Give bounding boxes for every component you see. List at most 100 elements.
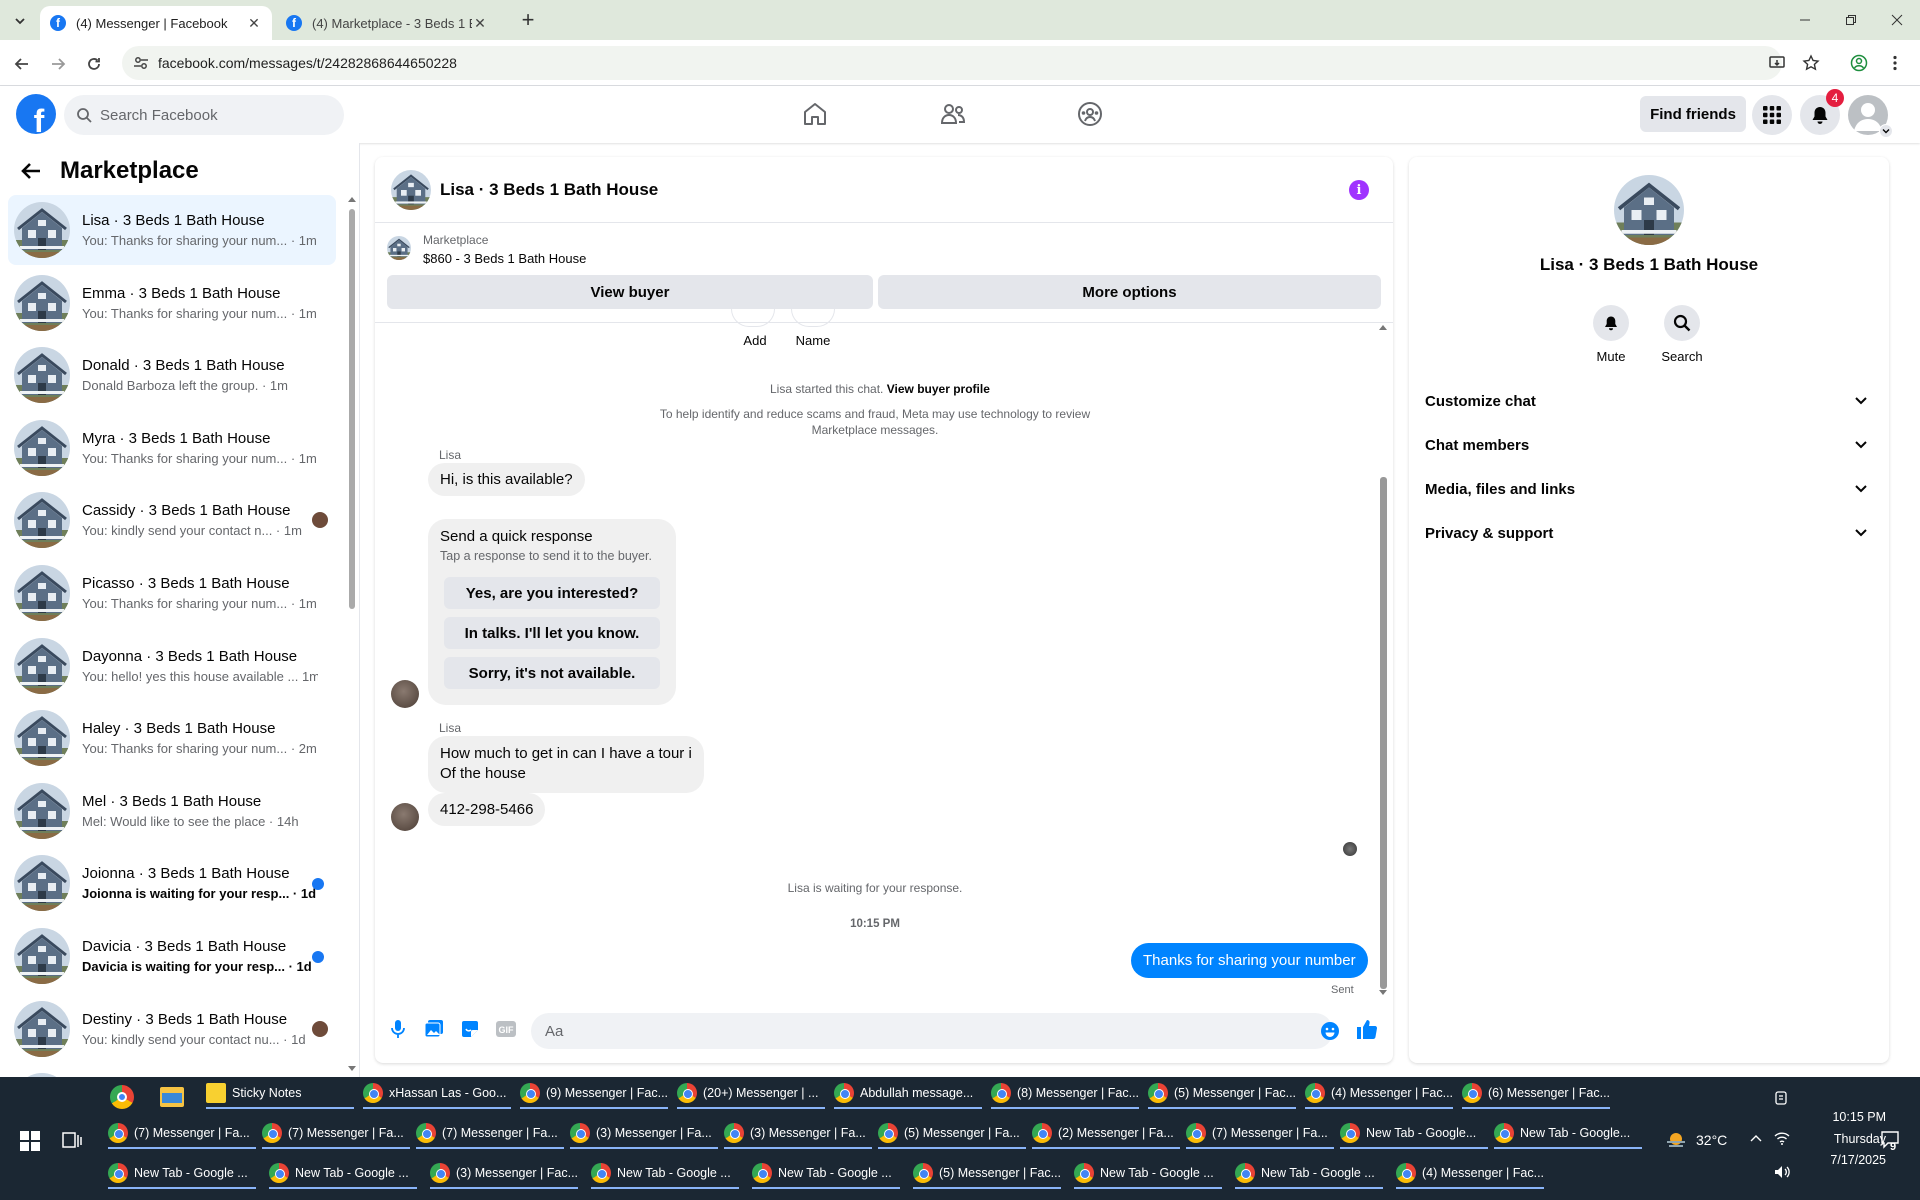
clock-time[interactable]: 10:15 PM <box>1800 1110 1886 1124</box>
message-input-field[interactable] <box>531 1013 1333 1049</box>
taskbar-window[interactable]: New Tab - Google... <box>1494 1119 1642 1149</box>
taskbar-window[interactable]: xHassan Las - Goo... <box>363 1079 511 1109</box>
back-arrow-icon[interactable] <box>20 161 42 181</box>
info-section-customize-chat[interactable]: Customize chat <box>1425 383 1873 419</box>
info-section-privacy-support[interactable]: Privacy & support <box>1425 515 1873 551</box>
conversation-item[interactable]: Davicia · 3 Beds 1 Bath House Davicia is … <box>8 921 336 991</box>
scroll-up-icon[interactable] <box>1378 323 1388 331</box>
chrome-menu-icon[interactable] <box>1884 52 1906 74</box>
conversation-item[interactable]: Cassidy · 3 Beds 1 Bath House You: kindly… <box>8 485 336 555</box>
taskbar-window[interactable]: (2) Messenger | Fa... <box>1032 1119 1180 1149</box>
taskbar-window[interactable]: New Tab - Google ... <box>752 1159 900 1189</box>
conversation-item[interactable]: Dayonna · 3 Beds 1 Bath House You: hello!… <box>8 631 336 701</box>
temperature[interactable]: 32°C <box>1696 1132 1727 1148</box>
mute-button[interactable]: Mute <box>1581 305 1641 364</box>
taskbar-window[interactable]: New Tab - Google ... <box>108 1159 256 1189</box>
profile-icon[interactable] <box>1848 52 1870 74</box>
task-view-icon[interactable] <box>62 1132 82 1150</box>
info-section-media-files-and-links[interactable]: Media, files and links <box>1425 471 1873 507</box>
add-action-icon[interactable] <box>731 309 775 327</box>
widgets-icon[interactable] <box>1774 1091 1788 1105</box>
taskbar-window[interactable]: New Tab - Google ... <box>591 1159 739 1189</box>
close-window-button[interactable] <box>1874 6 1920 34</box>
tab-marketplace[interactable]: f (4) Marketplace - 3 Beds 1 Bath ✕ <box>276 6 498 40</box>
sender-avatar[interactable] <box>391 680 419 708</box>
message-bubble[interactable]: Hi, is this available? <box>428 463 585 496</box>
find-friends-button[interactable]: Find friends <box>1640 96 1746 132</box>
back-icon[interactable] <box>10 52 34 76</box>
friends-icon[interactable] <box>933 96 973 132</box>
info-avatar[interactable] <box>1614 175 1684 245</box>
conversation-item[interactable]: Myra · 3 Beds 1 Bath House You: Thanks fo… <box>8 413 336 483</box>
taskbar-window[interactable]: New Tab - Google ... <box>269 1159 417 1189</box>
taskbar-window[interactable]: (7) Messenger | Fa... <box>108 1119 256 1149</box>
microphone-icon[interactable] <box>387 1018 409 1040</box>
sticker-icon[interactable] <box>459 1018 481 1040</box>
taskbar-window[interactable]: New Tab - Google ... <box>1074 1159 1222 1189</box>
taskbar-window[interactable]: (7) Messenger | Fa... <box>262 1119 410 1149</box>
message-bubble[interactable]: How much to get in can I have a tour i O… <box>428 736 704 793</box>
tab-search-dropdown-icon[interactable] <box>8 10 32 32</box>
conversation-item[interactable]: Emma · 3 Beds 1 Bath House You: Thanks fo… <box>8 268 336 338</box>
show-hidden-icons[interactable] <box>1750 1133 1762 1143</box>
sent-message-bubble[interactable]: Thanks for sharing your number <box>1131 943 1368 978</box>
taskbar-window[interactable]: (3) Messenger | Fa... <box>724 1119 872 1149</box>
scroll-down-icon[interactable] <box>347 1065 357 1073</box>
search-input[interactable] <box>100 106 320 124</box>
listing-title[interactable]: $860 - 3 Beds 1 Bath House <box>423 251 586 266</box>
url-field[interactable]: facebook.com/messages/t/2428286864465022… <box>122 46 1782 80</box>
taskbar-window[interactable]: (3) Messenger | Fa... <box>570 1119 718 1149</box>
view-buyer-button[interactable]: View buyer <box>387 275 873 309</box>
groups-icon[interactable] <box>1070 96 1110 132</box>
taskbar-window[interactable]: (4) Messenger | Fac... <box>1396 1159 1544 1189</box>
taskbar-window[interactable]: (6) Messenger | Fac... <box>1462 1079 1610 1109</box>
conversation-item[interactable]: Picasso · 3 Beds 1 Bath House You: Thanks… <box>8 558 336 628</box>
more-options-button[interactable]: More options <box>878 275 1381 309</box>
conversation-item[interactable]: Lisa · 3 Beds 1 Bath House You: Thanks fo… <box>8 195 336 265</box>
taskbar-window[interactable]: (5) Messenger | Fac... <box>913 1159 1061 1189</box>
photo-attach-icon[interactable] <box>423 1018 445 1040</box>
taskbar-window[interactable]: New Tab - Google... <box>1340 1119 1488 1149</box>
conversation-item[interactable]: Haley · 3 Beds 1 Bath House You: Thanks f… <box>8 703 336 773</box>
taskbar-window[interactable]: (4) Messenger | Fac... <box>1305 1079 1453 1109</box>
message-input[interactable] <box>545 1022 1285 1040</box>
facebook-logo-icon[interactable]: f <box>16 94 56 134</box>
search-icon[interactable] <box>1664 305 1700 341</box>
bookmark-star-icon[interactable] <box>1800 52 1822 74</box>
tab-messenger[interactable]: f (4) Messenger | Facebook ✕ <box>40 6 272 40</box>
info-section-chat-members[interactable]: Chat members <box>1425 427 1873 463</box>
scroll-up-icon[interactable] <box>347 195 357 203</box>
taskbar-window[interactable]: Sticky Notes <box>206 1079 354 1109</box>
taskbar-window[interactable]: (20+) Messenger | ... <box>677 1079 825 1109</box>
name-action-icon[interactable] <box>791 309 835 327</box>
mute-bell-icon[interactable] <box>1593 305 1629 341</box>
search-chat-button[interactable]: Search <box>1652 305 1712 364</box>
gif-icon[interactable]: GIF <box>495 1018 517 1040</box>
volume-icon[interactable] <box>1774 1165 1790 1179</box>
chrome-pinned-icon[interactable] <box>110 1085 134 1109</box>
taskbar-window[interactable]: (7) Messenger | Fa... <box>1186 1119 1334 1149</box>
sender-avatar[interactable] <box>391 803 419 831</box>
site-info-icon[interactable] <box>132 54 150 72</box>
clock-date[interactable]: 7/17/2025 <box>1800 1153 1886 1167</box>
view-buyer-profile-link[interactable]: View buyer profile <box>887 382 990 396</box>
conversation-item[interactable]: Tokyo · 3 Beds 1 Bath House <box>8 1066 336 1077</box>
quick-response-not-available[interactable]: Sorry, it's not available. <box>444 657 660 689</box>
new-tab-button[interactable]: + <box>516 7 540 32</box>
clock-day[interactable]: Thursday <box>1800 1132 1886 1146</box>
quick-response-yes[interactable]: Yes, are you interested? <box>444 577 660 609</box>
conversation-item[interactable]: Joionna · 3 Beds 1 Bath House Joionna is … <box>8 848 336 918</box>
menu-grid-icon[interactable] <box>1752 95 1792 135</box>
chat-avatar[interactable] <box>391 170 431 210</box>
account-chevron-icon[interactable] <box>1879 124 1893 138</box>
file-explorer-icon[interactable] <box>160 1087 184 1107</box>
message-bubble[interactable]: 412-298-5466 <box>428 793 546 826</box>
info-icon[interactable]: i <box>1349 180 1369 200</box>
conversation-item[interactable]: Mel · 3 Beds 1 Bath House Mel: Would like… <box>8 776 336 846</box>
taskbar-window[interactable]: Abdullah message... <box>834 1079 982 1109</box>
wifi-icon[interactable] <box>1774 1131 1790 1145</box>
reload-icon[interactable] <box>82 52 106 76</box>
close-tab-icon[interactable]: ✕ <box>246 15 262 31</box>
chat-title[interactable]: Lisa · 3 Beds 1 Bath House <box>440 180 658 200</box>
restore-window-button[interactable] <box>1828 6 1874 34</box>
